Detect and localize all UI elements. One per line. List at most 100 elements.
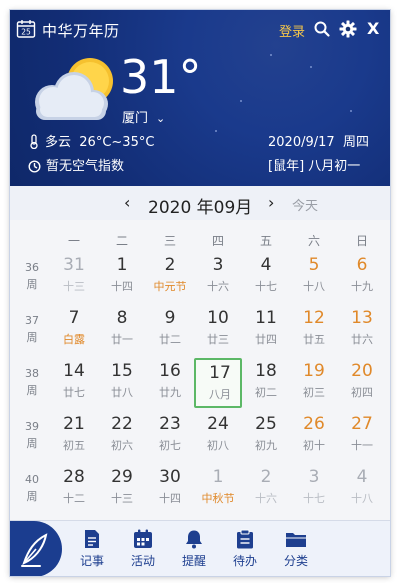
lunar-day: 初八 xyxy=(207,439,229,452)
day-cell[interactable]: 22 初六 xyxy=(98,411,146,461)
city-name: 厦门 xyxy=(122,111,149,126)
day-number: 8 xyxy=(116,308,128,328)
close-icon[interactable]: X xyxy=(367,19,385,38)
today-button[interactable]: 今天 xyxy=(292,195,318,214)
toolbar-category-button[interactable]: 分类 xyxy=(271,529,321,569)
day-cell[interactable]: 16 廿九 xyxy=(146,358,194,408)
logo-number: 25 xyxy=(21,28,31,37)
lunar-day: 十六 xyxy=(207,280,229,293)
day-number: 11 xyxy=(255,308,277,328)
lunar-day: 初四 xyxy=(351,386,373,399)
weekday: 周四 xyxy=(342,135,369,150)
day-cell[interactable]: 31 十三 xyxy=(50,252,98,302)
day-number: 18 xyxy=(255,361,277,381)
lunar-day: 初七 xyxy=(159,439,181,452)
month-label[interactable]: 2020 年09月 xyxy=(148,193,252,218)
lunar-day: 初十 xyxy=(303,439,325,452)
day-cell[interactable]: 24 初八 xyxy=(194,411,242,461)
day-cell[interactable]: 29 十三 xyxy=(98,464,146,514)
toolbar-note-button[interactable]: 记事 xyxy=(67,529,117,569)
prev-month-button[interactable]: ‹ xyxy=(124,193,130,212)
star-decoration xyxy=(350,110,352,112)
toolbar-reminder-button[interactable]: 提醒 xyxy=(169,529,219,569)
lunar-day: 初九 xyxy=(255,439,277,452)
thermometer-icon xyxy=(30,134,38,150)
day-number: 6 xyxy=(356,255,368,275)
lunar-day: 廿三 xyxy=(207,333,229,346)
day-cell[interactable]: 7 白露 xyxy=(50,305,98,355)
day-cell[interactable]: 6 十九 xyxy=(338,252,386,302)
day-cell[interactable]: 8 廿一 xyxy=(98,305,146,355)
app-title: 中华万年历 xyxy=(42,22,120,40)
day-cell[interactable]: 21 初五 xyxy=(50,411,98,461)
day-cell[interactable]: 20 初四 xyxy=(338,358,386,408)
air-quality-row: 暂无空气指数 xyxy=(28,155,124,174)
day-cell[interactable]: 5 十八 xyxy=(290,252,338,302)
lunar-day: 廿五 xyxy=(303,333,325,346)
day-number: 19 xyxy=(303,361,325,381)
lunar-day: 廿六 xyxy=(351,333,373,346)
week-number-unit: 周 xyxy=(26,278,38,291)
weekday-label: 三 xyxy=(163,234,176,248)
toolbar-label: 提醒 xyxy=(181,554,206,568)
login-link[interactable]: 登录 xyxy=(279,21,305,40)
week-number-value: 36 xyxy=(25,261,39,274)
day-cell[interactable]: 10 廿三 xyxy=(194,305,242,355)
lunar-day: 八月 xyxy=(209,388,231,401)
city-selector[interactable]: 厦门 ⌄ xyxy=(122,107,165,126)
day-cell[interactable]: 19 初三 xyxy=(290,358,338,408)
air-quality-icon xyxy=(28,160,41,173)
next-month-button[interactable]: › xyxy=(268,193,274,212)
day-number: 26 xyxy=(303,414,325,434)
day-number: 29 xyxy=(111,467,133,487)
day-cell[interactable]: 3 十七 xyxy=(290,464,338,514)
week-number: 39 周 xyxy=(10,418,54,452)
week-number: 40 周 xyxy=(10,471,54,505)
day-cell[interactable]: 27 十一 xyxy=(338,411,386,461)
day-cell[interactable]: 1 十四 xyxy=(98,252,146,302)
day-cell[interactable]: 2 中元节 xyxy=(146,252,194,302)
calendar-logo-icon: 25 xyxy=(16,20,36,38)
day-cell[interactable]: 28 十二 xyxy=(50,464,98,514)
day-cell[interactable]: 30 十四 xyxy=(146,464,194,514)
day-cell[interactable]: 3 十六 xyxy=(194,252,242,302)
day-number: 1 xyxy=(116,255,128,275)
day-number: 14 xyxy=(63,361,85,381)
toolbar-todo-button[interactable]: 待办 xyxy=(220,529,270,569)
week-number-value: 40 xyxy=(25,473,39,486)
title-bar[interactable]: 25 中华万年历 登录 X xyxy=(10,10,390,48)
day-cell[interactable]: 2 十六 xyxy=(242,464,290,514)
day-cell[interactable]: 26 初十 xyxy=(290,411,338,461)
calendar-panel: ‹ 2020 年09月 › 今天 一二三四五六日 36 周 31 十三 1 十四 2 中元节 3… xyxy=(10,186,390,520)
quill-button[interactable] xyxy=(10,521,62,576)
lunar-day: 初五 xyxy=(63,439,85,452)
day-cell[interactable]: 9 廿二 xyxy=(146,305,194,355)
temp-range: 26°C~35°C xyxy=(79,135,155,150)
folder-icon xyxy=(286,533,306,547)
lunar-date: [鼠年] 八月初一 xyxy=(268,159,361,174)
day-cell[interactable]: 11 廿四 xyxy=(242,305,290,355)
day-cell[interactable]: 13 廿六 xyxy=(338,305,386,355)
day-cell[interactable]: 12 廿五 xyxy=(290,305,338,355)
note-icon xyxy=(85,530,99,548)
toolbar-label: 活动 xyxy=(130,554,155,568)
toolbar-activity-button[interactable]: 活动 xyxy=(118,529,168,569)
day-cell[interactable]: 14 廿七 xyxy=(50,358,98,408)
day-cell[interactable]: 25 初九 xyxy=(242,411,290,461)
day-cell[interactable]: 18 初二 xyxy=(242,358,290,408)
day-cell[interactable]: 4 十八 xyxy=(338,464,386,514)
day-cell[interactable]: 15 廿八 xyxy=(98,358,146,408)
day-number: 30 xyxy=(159,467,181,487)
lunar-day: 廿四 xyxy=(255,333,277,346)
week-number-value: 39 xyxy=(25,420,39,433)
today-cell[interactable]: 17 八月 xyxy=(194,358,242,408)
star-decoration xyxy=(270,54,272,56)
lunar-day: 十三 xyxy=(63,280,85,293)
lunar-day: 十八 xyxy=(303,280,325,293)
gear-icon[interactable] xyxy=(339,20,357,38)
day-cell[interactable]: 4 十七 xyxy=(242,252,290,302)
week-number: 38 周 xyxy=(10,365,54,399)
day-cell[interactable]: 23 初七 xyxy=(146,411,194,461)
search-icon[interactable] xyxy=(313,20,331,38)
day-cell[interactable]: 1 中秋节 xyxy=(194,464,242,514)
